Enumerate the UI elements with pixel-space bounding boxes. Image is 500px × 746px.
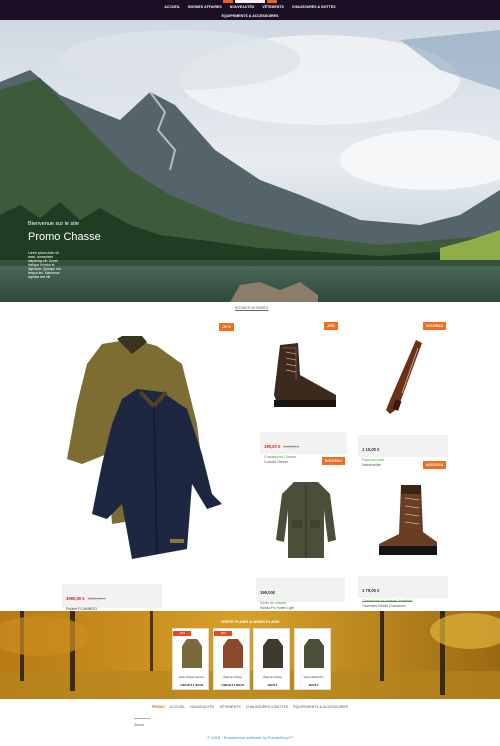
footer-link-stores[interactable]: Stores xyxy=(134,723,144,727)
mini-product-card[interactable]: Veste de chasse 199,00 € xyxy=(253,628,290,690)
copyright-link[interactable]: © 2018 - Ecommerce software by PrestaSho… xyxy=(0,735,500,740)
mini-product-badge: -20% xyxy=(173,631,191,636)
mini-product-price: 199,00 € xyxy=(308,684,319,687)
flash-sale-band xyxy=(0,611,500,699)
product-price: 199,00€ xyxy=(260,590,276,595)
product-badge: NOUVEAU xyxy=(423,322,446,330)
product-name[interactable]: Veste de chasse xyxy=(260,601,341,605)
product-description: Traversant Harkila Chaussures xyxy=(362,603,406,608)
footer-link-nouveautes[interactable]: NOUVEAUTÉS xyxy=(190,705,214,709)
product-badge: NOUVEAU xyxy=(423,461,446,469)
hero-kicker: Bienvenue sur le site xyxy=(28,221,80,227)
hero-description: Lorem ipsum dolor sit amet, consectetur … xyxy=(28,251,62,279)
nav-item-vetements[interactable]: VÊTEMENTS xyxy=(262,5,284,9)
product-badge: -20 % xyxy=(219,323,234,331)
product-old-price: 2400,00 € xyxy=(87,596,106,601)
nav-item-chaussures[interactable]: CHAUSSURES & BOTTES xyxy=(292,5,336,9)
nav-item-equipements[interactable]: EQUIPEMENTS & ACCESSOIRES xyxy=(0,14,500,18)
product-name[interactable]: Polaire FLAMINGO xyxy=(66,607,158,611)
rifle-case-image[interactable] xyxy=(380,338,430,418)
footer-link-equipements[interactable]: ÉQUIPEMENTS & ACCESSOIRES xyxy=(293,705,348,709)
product-info[interactable]: 1 10,00 € Fourreau fusil Indestructible xyxy=(358,435,448,467)
mini-product-name: Veste de chasse xyxy=(262,676,283,679)
product-price: 1 79,00 € xyxy=(362,588,380,593)
mini-product-price: 3 990,00 € 2 400,00 xyxy=(179,684,204,687)
site-logo[interactable] xyxy=(200,0,300,4)
mini-product-name: Veste de chasse xyxy=(222,676,243,679)
main-nav: ACCUEIL BONNES AFFAIRES NOUVEAUTÉS VÊTEM… xyxy=(0,5,500,9)
product-info[interactable]: 1 79,00 € Chaussure de chasse Jonathan T… xyxy=(358,576,448,608)
hero-title: Promo Chasse xyxy=(28,231,101,243)
mini-product-name: Veste Chasse Homme xyxy=(178,676,205,679)
mini-product-badge: -20% xyxy=(214,631,232,636)
mini-product-price: 199,00 € xyxy=(267,684,278,687)
footer-link-chaussures[interactable]: CHAUSSURES & BOTTES xyxy=(246,705,289,709)
nav-item-nouveautes[interactable]: NOUVEAUTÉS xyxy=(230,5,255,9)
product-badge: -85% xyxy=(324,322,338,330)
boot-image[interactable] xyxy=(268,340,340,412)
section-link-bonnes-affaires[interactable]: BONNES AFFAIRES xyxy=(235,306,268,310)
product-price: 199,00 € xyxy=(264,444,281,449)
hero-banner: Bienvenue sur le site Promo Chasse Lorem… xyxy=(0,20,500,302)
product-old-price: 194,00 € xyxy=(283,444,299,449)
product-name[interactable]: Chaussure de chasse Jonathan xyxy=(362,599,444,603)
mini-product-card[interactable]: -20% Veste de chasse 4 999,00 € 3 999,00 xyxy=(213,628,250,690)
footer-link-vetements[interactable]: VÊTEMENTS xyxy=(219,705,240,709)
mini-product-image xyxy=(263,639,283,668)
nav-item-accueil[interactable]: ACCUEIL xyxy=(164,5,180,9)
mini-product-card[interactable]: -20% Veste Chasse Homme 3 990,00 € 2 400… xyxy=(172,628,209,690)
jacket-image[interactable] xyxy=(62,334,232,564)
flash-sale-title: VENTE FLASH & BONS PLANS xyxy=(220,619,280,624)
product-description: Harkila Pro Hunter Light xyxy=(260,605,295,610)
product-price: 1 10,00 € xyxy=(362,447,380,452)
product-info[interactable]: 199,00 €194,00 € Chaussures Chasse Cossa… xyxy=(260,432,347,464)
mini-product-price: 4 999,00 € 3 999,00 xyxy=(220,684,245,687)
mini-product-image xyxy=(223,639,243,668)
tall-boot-image[interactable] xyxy=(375,482,441,560)
product-price: 3990,00 € xyxy=(66,596,85,601)
top-header: ACCUEIL BONNES AFFAIRES NOUVEAUTÉS VÊTEM… xyxy=(0,0,500,20)
mini-product-card[interactable]: Veste Harkila Pro 199,00 € xyxy=(294,628,331,690)
nav-item-bonnes-affaires[interactable]: BONNES AFFAIRES xyxy=(188,5,222,9)
footer-divider xyxy=(134,718,150,719)
footer-link-promo[interactable]: PROMO xyxy=(152,705,165,709)
footer-link-accueil[interactable]: ACCUEIL xyxy=(170,705,185,709)
mini-product-image xyxy=(182,639,202,668)
footer-nav: PROMO ACCUEIL NOUVEAUTÉS VÊTEMENTS CHAUS… xyxy=(0,705,500,709)
mini-product-name: Veste Harkila Pro xyxy=(303,676,324,679)
hunting-jacket-image[interactable] xyxy=(274,480,338,560)
autumn-forest-image xyxy=(0,611,500,699)
product-info[interactable]: 3990,00 €2400,00 € Polaire FLAMINGO xyxy=(62,584,162,611)
product-badge: NOUVEAU xyxy=(322,457,345,465)
hero-text-block: Bienvenue sur le site Promo Chasse Lorem… xyxy=(28,221,108,279)
mini-product-image xyxy=(304,639,324,668)
product-info[interactable]: 199,00€ Veste de chasse Harkila Pro Hunt… xyxy=(256,578,345,610)
